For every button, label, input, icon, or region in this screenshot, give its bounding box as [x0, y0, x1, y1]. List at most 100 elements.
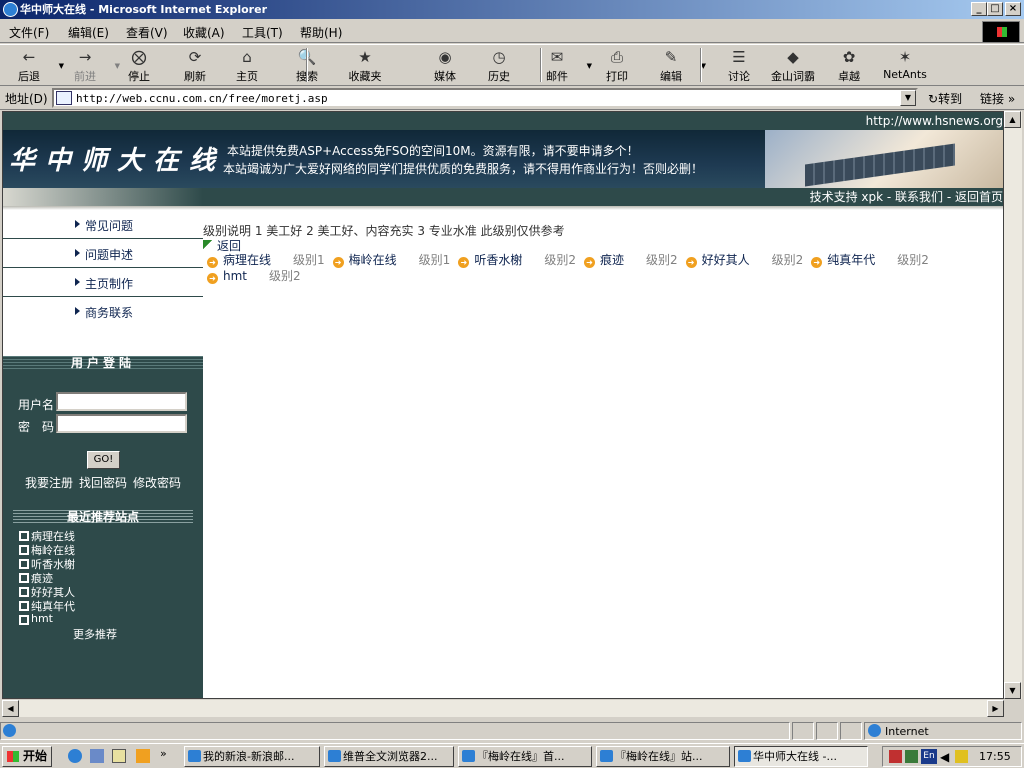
- menu-edit[interactable]: 编辑(E): [68, 24, 109, 41]
- site-link[interactable]: 纯真年代: [827, 253, 875, 267]
- site-link[interactable]: 听香水榭: [474, 253, 522, 267]
- menu-favorites[interactable]: 收藏(A): [183, 24, 225, 41]
- left-menu-label: 常见问题: [85, 219, 134, 233]
- username-label: 用户名: [18, 398, 55, 412]
- left-menu-appeal[interactable]: 问题申述: [3, 239, 203, 268]
- toolbar-refresh-button[interactable]: ⟳ 刷新: [168, 47, 222, 85]
- go-label: 转到: [938, 92, 963, 106]
- banner-image: [765, 130, 1003, 188]
- taskbar-task[interactable]: 我的新浪-新浪邮...: [184, 746, 320, 767]
- toolbar-discuss-button[interactable]: ☰ 讨论: [712, 47, 766, 85]
- arrow-circle-icon: ➜: [685, 257, 697, 268]
- zone-label: Internet: [885, 725, 929, 738]
- more-recommend-link[interactable]: 更多推荐: [73, 626, 117, 642]
- ime-indicator[interactable]: En: [921, 749, 937, 764]
- toolbar-home-button[interactable]: ⌂ 主页: [220, 47, 274, 85]
- toolbar-history-button[interactable]: ◷ 历史: [472, 47, 526, 85]
- quicklaunch-ie-icon[interactable]: [68, 749, 82, 763]
- tray-network-icon[interactable]: [905, 750, 918, 763]
- menu-tools[interactable]: 工具(T): [242, 24, 283, 41]
- tray-app-icon[interactable]: [889, 750, 902, 763]
- horizontal-scrollbar[interactable]: ◀ ▶: [2, 700, 1004, 717]
- site-link[interactable]: 好好其人: [702, 253, 750, 267]
- toolbar-mail-button[interactable]: ✉ 邮件 ▼: [530, 47, 592, 85]
- site-entry: ➜ 听香水榭 级别2: [454, 253, 580, 268]
- vertical-scrollbar[interactable]: ▲ ▼: [1004, 111, 1022, 699]
- address-url: http://web.ccnu.com.cn/free/moretj.asp: [76, 92, 328, 105]
- quicklaunch-outlook-icon[interactable]: [90, 749, 104, 763]
- menu-view[interactable]: 查看(V): [126, 24, 168, 41]
- links-label: 链接: [980, 92, 1005, 106]
- register-link[interactable]: 我要注册: [25, 474, 73, 491]
- go-button[interactable]: ↻转到: [928, 90, 962, 107]
- refresh-icon: ⟳: [188, 48, 202, 66]
- task-icon: [328, 750, 341, 762]
- change-password-link[interactable]: 修改密码: [133, 474, 181, 491]
- address-input[interactable]: http://web.ccnu.com.cn/free/moretj.asp ▼: [52, 88, 918, 108]
- links-button[interactable]: 链接 »: [980, 90, 1015, 107]
- scroll-left-icon[interactable]: ◀: [2, 700, 19, 717]
- password-label: 密 码: [18, 420, 55, 434]
- taskbar-task[interactable]: 华中师大在线 -...: [734, 746, 868, 767]
- toolbar-edit-button[interactable]: ✎ 编辑 ▼: [644, 47, 706, 85]
- left-column: 常见问题 问题申述 主页制作 商务联系 用户登陆 用户名 密 码 GO! 我要注…: [3, 210, 203, 698]
- volume-icon[interactable]: ◀: [940, 750, 949, 764]
- taskbar-task[interactable]: 『梅岭在线』首...: [458, 746, 592, 767]
- password-input[interactable]: [56, 414, 187, 433]
- toolbar-media-button[interactable]: ◉ 媒体: [418, 47, 472, 85]
- toolbar-forward-button[interactable]: → 前进 ▼: [58, 47, 120, 85]
- status-pane: [840, 722, 862, 740]
- arrow-icon: [75, 278, 80, 286]
- toolbar-label: 后退: [18, 70, 40, 83]
- tray-warning-icon[interactable]: [955, 750, 968, 763]
- taskbar-task[interactable]: 维普全文浏览器2...: [324, 746, 454, 767]
- toolbar-joyo-button[interactable]: ✿ 卓越: [822, 47, 876, 85]
- quicklaunch-more-icon[interactable]: »: [160, 747, 167, 760]
- recover-password-link[interactable]: 找回密码: [79, 474, 127, 491]
- toolbar-label: 收藏夹: [348, 70, 382, 83]
- site-level: 级别2: [544, 253, 576, 267]
- favorites-icon: ★: [358, 48, 372, 66]
- toolbar-netants-button[interactable]: ✶ NetAnts: [878, 47, 932, 85]
- toolbar-ciba-button[interactable]: ◆ 金山词霸: [766, 47, 820, 85]
- site-logo: 华中师大在线: [9, 146, 226, 176]
- scroll-right-icon[interactable]: ▶: [987, 700, 1004, 717]
- left-menu-faq[interactable]: 常见问题: [3, 210, 203, 239]
- taskbar-task[interactable]: 『梅岭在线』站...: [596, 746, 730, 767]
- quicklaunch-media-icon[interactable]: [136, 749, 150, 763]
- title-bar: 华中师大在线 - Microsoft Internet Explorer _ □…: [0, 0, 1024, 19]
- site-link[interactable]: 痕迹: [600, 253, 624, 267]
- maximize-button[interactable]: □: [987, 2, 1003, 16]
- toolbar-print-button[interactable]: ⎙ 打印: [590, 47, 644, 85]
- username-input[interactable]: [56, 392, 187, 411]
- site-list: ➜ 病理在线 级别1 ➜ 梅岭在线 级别1 ➜ 听香水榭 级别2 ➜ 痕迹 级别2 ➜ 好好其人 级别2 ➜ 纯…: [203, 252, 1003, 284]
- left-menu-label: 问题申述: [85, 248, 134, 262]
- address-dropdown-icon[interactable]: ▼: [900, 90, 916, 106]
- toolbar-label: 打印: [606, 70, 628, 83]
- scroll-down-icon[interactable]: ▼: [1004, 682, 1021, 699]
- left-menu-homepage[interactable]: 主页制作: [3, 268, 203, 297]
- toolbar-favorites-button[interactable]: ★ 收藏夹: [338, 47, 392, 85]
- netants-icon: ✶: [898, 48, 912, 66]
- toolbar-label: 刷新: [184, 70, 206, 83]
- left-menu-business[interactable]: 商务联系: [3, 297, 203, 326]
- minimize-button[interactable]: _: [971, 2, 987, 16]
- menu-file[interactable]: 文件(F): [9, 24, 49, 41]
- toolbar-back-button[interactable]: ← 后退 ▼: [2, 47, 64, 85]
- menu-help[interactable]: 帮助(H): [300, 24, 342, 41]
- close-button[interactable]: ×: [1005, 2, 1021, 16]
- top-url[interactable]: http://www.hsnews.org: [866, 114, 1003, 128]
- quicklaunch-desktop-icon[interactable]: [112, 749, 126, 763]
- address-bar: 地址(D) http://web.ccnu.com.cn/free/moretj…: [0, 86, 1024, 110]
- site-link[interactable]: 梅岭在线: [349, 253, 397, 267]
- site-link[interactable]: 病理在线: [223, 253, 271, 267]
- recommend-item[interactable]: hmt: [19, 612, 53, 625]
- sub-nav-links[interactable]: 技术支持 xpk - 联系我们 - 返回首页: [810, 190, 1003, 204]
- scroll-up-icon[interactable]: ▲: [1004, 111, 1021, 128]
- level-description: 级别说明 1 美工好 2 美工好、内容充实 3 专业水准 此级别仅供参考: [203, 224, 565, 238]
- toolbar-stop-button[interactable]: ⨂ 停止: [112, 47, 166, 85]
- start-button[interactable]: 开始: [2, 746, 52, 767]
- zone-pane: Internet: [864, 722, 1022, 740]
- login-go-button[interactable]: GO!: [87, 451, 120, 469]
- site-link[interactable]: hmt: [223, 269, 247, 283]
